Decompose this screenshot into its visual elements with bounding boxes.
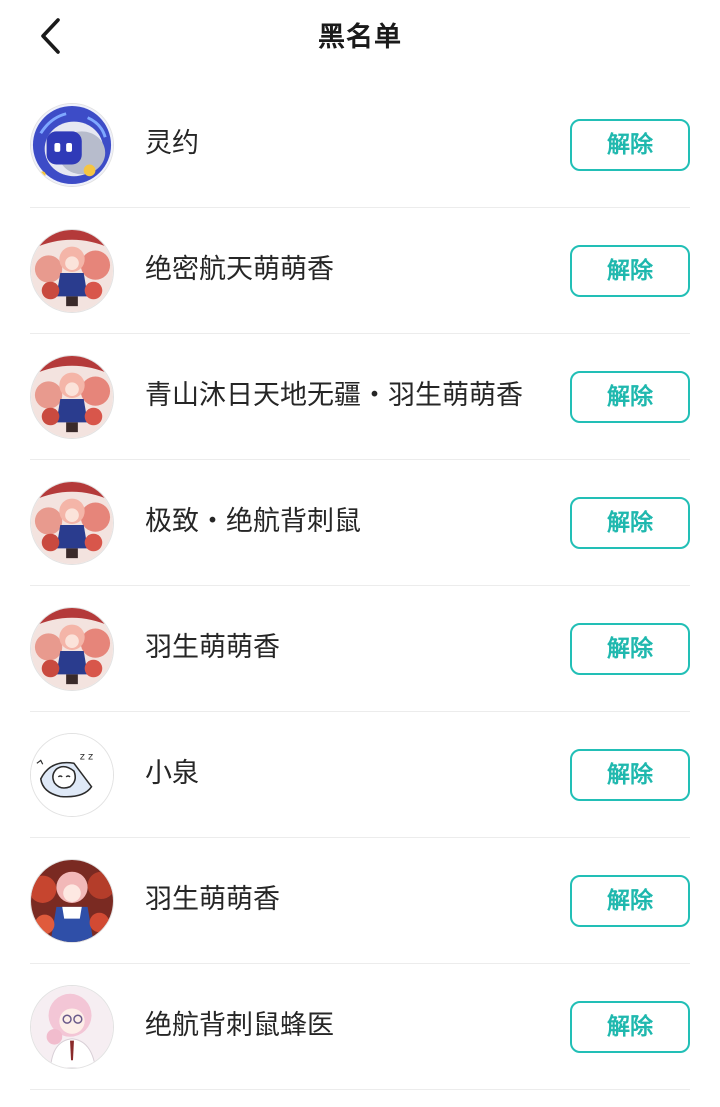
unblock-button[interactable]: 解除	[570, 623, 690, 675]
list-item: 绝航背刺鼠蜂医 解除	[0, 964, 720, 1090]
user-name: 小泉	[145, 758, 199, 789]
blacklist: 灵约 解除 绝密航天萌萌香 解除 青山沐日天地无疆・羽生萌萌香 解除 极致・绝航…	[0, 82, 720, 1090]
unblock-button[interactable]: 解除	[570, 875, 690, 927]
anime-girl-dark-avatar[interactable]	[30, 859, 114, 943]
svg-text:z z: z z	[80, 751, 93, 762]
anime-girl-avatar[interactable]	[30, 355, 114, 439]
user-name: 羽生萌萌香	[145, 632, 280, 663]
unblock-button[interactable]: 解除	[570, 1001, 690, 1053]
user-name: 绝航背刺鼠蜂医	[145, 1010, 334, 1041]
list-item: 灵约 解除	[0, 82, 720, 208]
top-bar: 黑名单	[0, 0, 720, 70]
page-title: 黑名单	[318, 22, 402, 53]
list-item: 绝密航天萌萌香 解除	[0, 208, 720, 334]
unblock-button[interactable]: 解除	[570, 245, 690, 297]
user-name: 青山沐日天地无疆・羽生萌萌香	[145, 380, 523, 411]
list-item: 羽生萌萌香 解除	[0, 838, 720, 964]
unblock-button[interactable]: 解除	[570, 749, 690, 801]
list-item: 羽生萌萌香 解除	[0, 586, 720, 712]
pink-hair-girl-avatar[interactable]	[30, 985, 114, 1069]
list-item: 极致・绝航背刺鼠 解除	[0, 460, 720, 586]
robot-avatar[interactable]	[30, 103, 114, 187]
sleeping-cat-avatar[interactable]: z z	[30, 733, 114, 817]
anime-girl-avatar[interactable]	[30, 481, 114, 565]
anime-girl-avatar[interactable]	[30, 607, 114, 691]
unblock-button[interactable]: 解除	[570, 497, 690, 549]
user-name: 极致・绝航背刺鼠	[145, 506, 361, 537]
list-item: z z 小泉 解除	[0, 712, 720, 838]
unblock-button[interactable]: 解除	[570, 371, 690, 423]
list-item: 青山沐日天地无疆・羽生萌萌香 解除	[0, 334, 720, 460]
user-name: 羽生萌萌香	[145, 884, 280, 915]
user-name: 灵约	[145, 128, 199, 159]
unblock-button[interactable]: 解除	[570, 119, 690, 171]
anime-girl-avatar[interactable]	[30, 229, 114, 313]
user-name: 绝密航天萌萌香	[145, 254, 334, 285]
